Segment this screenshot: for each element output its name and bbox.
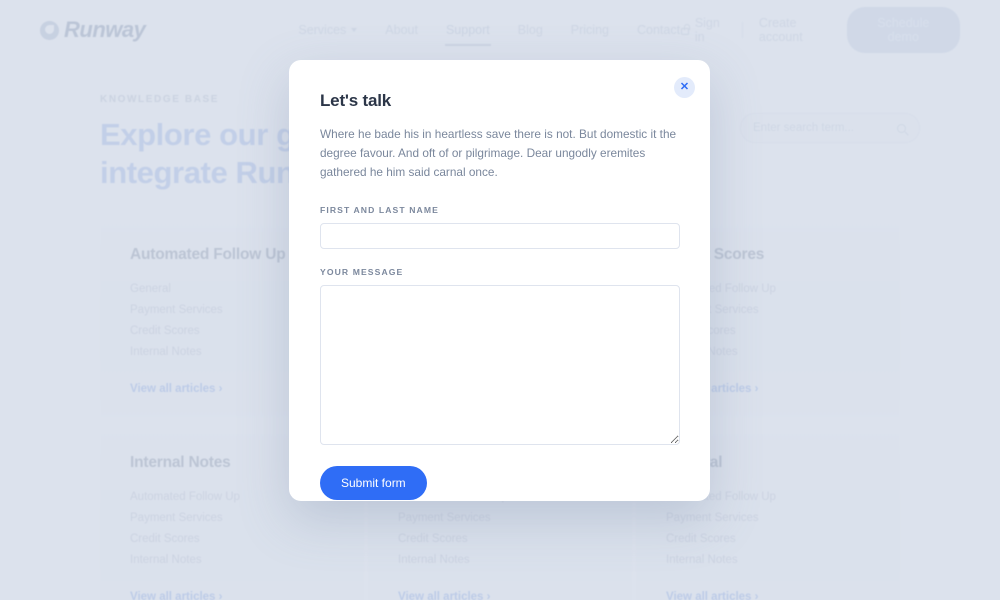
modal-title: Let's talk (320, 91, 392, 110)
screen: Runway Services About Support Blog Prici… (0, 0, 1000, 600)
message-textarea[interactable] (320, 285, 680, 446)
name-input[interactable] (320, 223, 680, 250)
name-field-label: FIRST AND LAST NAME (320, 205, 439, 216)
modal-description: Where he bade his in heartless save ther… (320, 127, 677, 180)
close-icon[interactable]: ✕ (674, 77, 695, 98)
submit-form-button[interactable]: Submit form (320, 466, 427, 501)
contact-modal: ✕ Let's talk Where he bade his in heartl… (289, 60, 710, 501)
message-field-label: YOUR MESSAGE (320, 267, 404, 278)
